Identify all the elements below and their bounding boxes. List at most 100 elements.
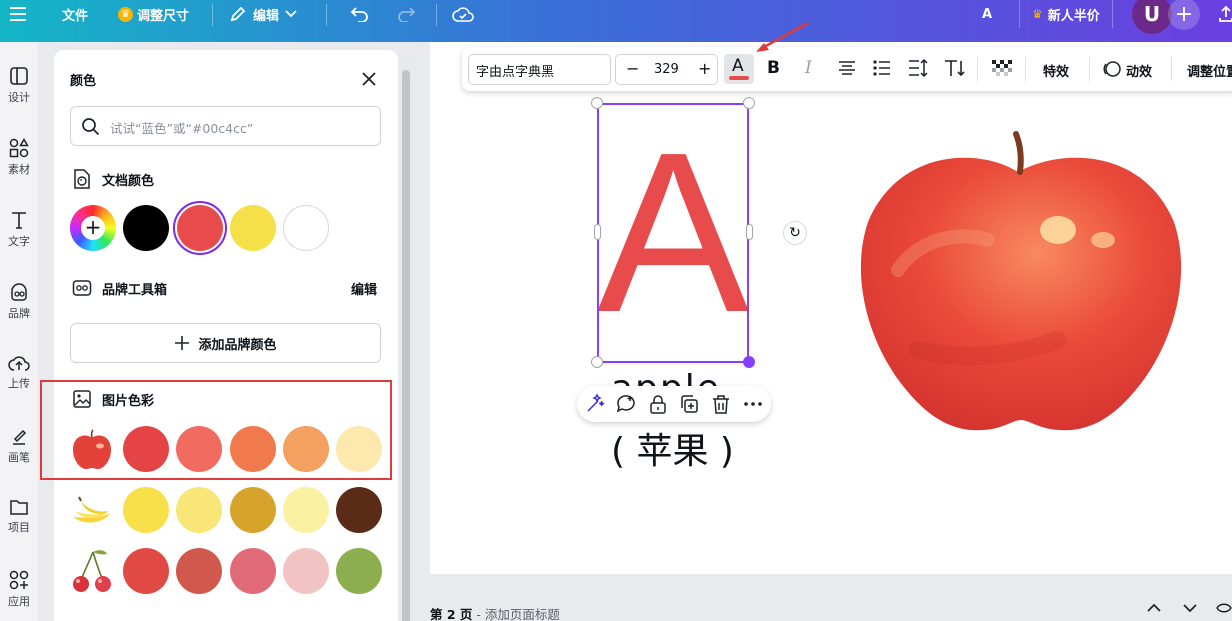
page-label[interactable]: 第 2 页 - 添加页面标题 — [430, 604, 560, 621]
add-brand-color-label: 添加品牌颜色 — [198, 337, 277, 353]
image-color-swatch[interactable] — [176, 487, 222, 533]
font-a-label[interactable]: A — [982, 0, 992, 28]
trash-icon[interactable] — [710, 393, 732, 415]
image-color-swatch[interactable] — [336, 548, 382, 594]
close-icon[interactable] — [358, 68, 380, 90]
animate-icon[interactable] — [1102, 60, 1122, 78]
text-color-button[interactable]: A — [724, 54, 754, 84]
color-search-field[interactable]: 试试“蓝色”或“#00c4cc” — [70, 106, 381, 146]
redo-icon[interactable] — [396, 0, 416, 28]
effects-button[interactable]: 特效 — [1043, 61, 1069, 80]
brand-icon — [11, 283, 27, 301]
rotate-icon[interactable]: ↻ — [783, 221, 807, 245]
chevron-up-icon[interactable] — [1146, 602, 1162, 614]
doc-color-swatch[interactable] — [283, 205, 329, 251]
doc-color-swatch[interactable] — [230, 205, 276, 251]
rail-item-brand[interactable]: 品牌 — [0, 282, 38, 321]
chinese-word-text[interactable]: ( 苹果 ) — [611, 422, 734, 474]
divider — [212, 4, 213, 26]
undo-icon[interactable] — [350, 0, 370, 28]
apps-icon — [9, 570, 29, 590]
pencil-icon — [230, 6, 246, 22]
image-color-swatch[interactable] — [230, 548, 276, 594]
rail-label: 素材 — [8, 163, 30, 176]
image-color-swatch[interactable] — [336, 487, 382, 533]
image-color-swatch[interactable] — [283, 487, 329, 533]
upload-cloud-icon — [8, 356, 30, 371]
file-menu[interactable]: 文件 — [62, 0, 88, 28]
plus-icon — [175, 336, 190, 350]
folder-icon — [10, 500, 28, 515]
menu-icon[interactable] — [10, 0, 26, 28]
annotation-arrow-icon — [756, 21, 809, 52]
font-family-select[interactable]: 字由点字典黑 — [468, 54, 611, 85]
divider — [1171, 57, 1172, 81]
side-handle[interactable] — [594, 224, 601, 240]
search-icon — [82, 118, 100, 136]
doc-color-swatch-selected[interactable] — [177, 205, 223, 251]
side-nav: 设计 素材 文字 品牌 上传 画笔 项目 应用 — [0, 42, 38, 621]
image-color-swatch[interactable] — [283, 548, 329, 594]
animate-button[interactable]: 动效 — [1126, 61, 1152, 80]
panel-scrollbar[interactable] — [400, 58, 412, 621]
lock-icon[interactable] — [647, 393, 669, 415]
decrease-size-button[interactable]: − — [626, 59, 639, 78]
text-size-icon[interactable] — [944, 59, 966, 77]
resize-handle[interactable] — [591, 97, 603, 109]
page-footer: 第 2 页 - 添加页面标题 — [430, 596, 1232, 621]
transparency-icon[interactable] — [992, 60, 1012, 78]
image-color-swatch[interactable] — [176, 548, 222, 594]
rail-item-elements[interactable]: 素材 — [0, 138, 38, 177]
half-price-button[interactable]: ♛ 新人半价 — [1019, 0, 1113, 28]
edit-label: 编辑 — [253, 8, 280, 24]
element-context-toolbar — [577, 386, 771, 422]
image-color-swatch[interactable] — [123, 548, 169, 594]
cherry-thumbnail — [73, 550, 111, 592]
chevron-down-icon[interactable] — [1182, 602, 1198, 614]
cloud-saved-icon[interactable] — [452, 0, 474, 28]
resize-button[interactable]: ♛ 调整尺寸 — [118, 0, 189, 28]
resize-handle[interactable] — [743, 97, 755, 109]
duplicate-icon[interactable] — [678, 393, 700, 415]
add-collaborator-icon[interactable]: + — [1168, 0, 1200, 30]
add-color-button[interactable]: + — [70, 205, 116, 251]
comment-add-icon[interactable] — [615, 393, 637, 415]
rail-item-draw[interactable]: 画笔 — [0, 426, 38, 465]
position-button[interactable]: 调整位置 — [1187, 61, 1232, 80]
edit-mode-button[interactable]: 编辑 — [229, 0, 297, 28]
doc-colors-title: 文档颜色 — [102, 174, 155, 189]
rail-item-upload[interactable]: 上传 — [0, 354, 38, 391]
color-panel: 颜色 试试“蓝色”或“#00c4cc” 文档颜色 + 品牌工具箱 编辑 添加品牌… — [54, 50, 398, 621]
image-color-swatch[interactable] — [230, 487, 276, 533]
bullet-list-icon[interactable] — [873, 60, 891, 76]
image-color-swatch[interactable] — [123, 487, 169, 533]
scrollbar-thumb[interactable] — [402, 70, 410, 621]
eye-icon[interactable] — [1216, 602, 1232, 614]
more-icon[interactable] — [742, 393, 764, 415]
rail-item-projects[interactable]: 项目 — [0, 498, 38, 535]
bold-icon[interactable]: B — [767, 58, 780, 78]
brand-kit-edit-link[interactable]: 编辑 — [351, 279, 377, 298]
resize-handle[interactable] — [591, 356, 603, 368]
text-color-indicator — [729, 76, 749, 80]
crown-icon: ♛ — [1032, 7, 1043, 21]
add-brand-color-button[interactable]: 添加品牌颜色 — [70, 323, 381, 363]
doc-color-swatch[interactable] — [123, 205, 169, 251]
increase-size-button[interactable]: + — [698, 59, 711, 78]
annotation-highlight-box — [40, 380, 392, 480]
divider — [1089, 57, 1090, 81]
font-size-value[interactable]: 329 — [654, 62, 679, 77]
rail-label: 画笔 — [8, 451, 30, 464]
rail-item-apps[interactable]: 应用 — [0, 570, 38, 609]
apple-image[interactable] — [858, 130, 1188, 462]
italic-icon[interactable]: I — [805, 58, 812, 78]
rail-item-text[interactable]: 文字 — [0, 210, 38, 249]
resize-handle-active[interactable] — [743, 356, 755, 368]
avatar[interactable]: U — [1132, 0, 1172, 34]
side-handle[interactable] — [746, 224, 753, 240]
share-icon[interactable] — [1219, 0, 1232, 28]
align-center-icon[interactable] — [838, 60, 856, 76]
line-spacing-icon[interactable] — [908, 59, 928, 77]
rail-item-design[interactable]: 设计 — [0, 66, 38, 105]
magic-edit-icon[interactable] — [584, 393, 606, 415]
